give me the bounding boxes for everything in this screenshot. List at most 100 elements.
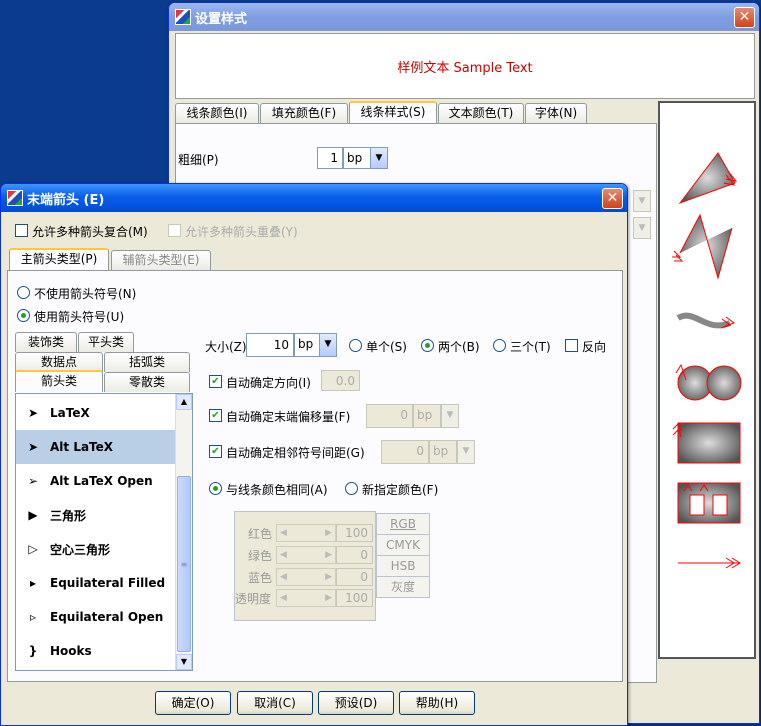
tab-text-color[interactable]: 文本颜色(T) (438, 103, 524, 123)
style-settings-titlebar[interactable]: 设置样式 ✕ (169, 3, 759, 31)
category-bracket[interactable]: 括弧类 (104, 352, 190, 372)
green-slider: ◀ ▶ (276, 546, 336, 564)
tab-line-color[interactable]: 线条颜色(I) (175, 103, 259, 123)
list-item[interactable]: ▸ Equilateral Filled (16, 566, 175, 600)
triple-radio[interactable] (493, 339, 506, 352)
app-icon (175, 9, 191, 25)
list-item[interactable]: ➤ LaTeX (16, 396, 175, 430)
size-unit-select[interactable]: bp (294, 333, 320, 357)
triple-label: 三个(T) (510, 340, 551, 354)
auto-spacing-label: 自动确定相邻符号间距(G) (226, 446, 365, 460)
single-radio[interactable] (349, 339, 362, 352)
size-label: 大小(Z) (205, 340, 247, 354)
arrow-glyph-icon: ▶ (28, 508, 38, 522)
new-color-label: 新指定颜色(F) (362, 483, 439, 497)
list-item[interactable]: ▹ Equilateral Open (16, 600, 175, 634)
reverse-label: 反向 (582, 340, 607, 354)
disabled-dropdown-1: ▼ (633, 190, 651, 212)
arrow-glyph-icon: ➤ (27, 406, 39, 420)
size-input[interactable]: 10 (246, 333, 294, 357)
wave-shape (676, 312, 732, 329)
arrow-list[interactable]: ➤ LaTeX ➤ Alt LaTeX ➢ Alt LaTeX Open ▶ 三… (15, 393, 193, 671)
allow-overlap-checkbox (168, 224, 181, 237)
end-arrow-titlebar[interactable]: 末端箭头 (E) ✕ (1, 184, 627, 212)
arrow-name: Equilateral Filled (50, 576, 166, 590)
new-color-radio[interactable] (345, 482, 358, 495)
list-item[interactable]: ➤ Alt LaTeX (16, 430, 175, 464)
scroll-up-button[interactable]: ▲ (176, 394, 192, 410)
auto-spacing-unit: bp (429, 440, 457, 464)
arrow-glyph-icon: ▸ (29, 576, 37, 590)
arrow-glyph-icon: ▹ (29, 610, 37, 624)
scroll-thumb[interactable]: ≡ (177, 476, 191, 652)
preset-button[interactable]: 预设(D) (318, 691, 394, 715)
double-radio[interactable] (421, 339, 434, 352)
arrow-name: Hooks (50, 644, 92, 658)
alpha-value: 100 (336, 589, 373, 607)
allow-overlap-label: 允许多种箭头重叠(Y) (185, 225, 298, 239)
allow-compound-checkbox[interactable] (15, 224, 28, 237)
sample-text: 样例文本 Sample Text (397, 60, 533, 76)
preview-shapes (672, 152, 742, 569)
tab-main-arrow[interactable]: 主箭头类型(P) (9, 248, 109, 270)
red-slider: ◀ ▶ (276, 524, 336, 542)
arrow-glyph-icon: ➢ (27, 474, 39, 488)
arrow-name: LaTeX (50, 406, 90, 420)
tab-fill-color[interactable]: 填充颜色(F) (260, 103, 348, 123)
allow-compound-label: 允许多种箭头复合(M) (32, 225, 148, 239)
mode-rgb: RGB (376, 513, 430, 535)
arrow-name: 三角形 (50, 508, 87, 523)
color-label: 透明度 (235, 592, 272, 606)
sample-preview: 样例文本 Sample Text (175, 33, 755, 99)
list-item[interactable]: ▷ 空心三角形 (16, 532, 175, 566)
close-button[interactable]: ✕ (734, 7, 755, 28)
size-unit-dropdown[interactable]: ▼ (319, 333, 337, 357)
same-color-label: 与线条颜色相同(A) (226, 483, 328, 497)
blue-value: 0 (336, 568, 373, 586)
category-datapoint[interactable]: 数据点 (15, 352, 103, 372)
list-item[interactable]: ▶ 三角形 (16, 498, 175, 532)
disabled-dropdown-2: ▼ (633, 217, 651, 239)
tab-aux-arrow[interactable]: 辅箭头类型(E) (111, 250, 211, 270)
alpha-slider: ◀ ▶ (276, 589, 336, 607)
mode-cmyk: CMYK (376, 534, 430, 556)
no-arrow-radio[interactable] (17, 286, 30, 299)
arrow-name: Alt LaTeX Open (50, 474, 153, 488)
category-flat[interactable]: 平头类 (78, 332, 134, 352)
thickness-label: 粗细(P) (178, 153, 219, 167)
auto-spacing-checkbox[interactable]: ✔ (209, 445, 222, 458)
end-arrow-dialog: 末端箭头 (E) ✕ 允许多种箭头复合(M) 允许多种箭头重叠(Y) 主箭头类型… (0, 183, 628, 726)
double-window-shape (677, 482, 741, 524)
auto-offset-dropdown: ▼ (441, 404, 459, 428)
ok-button[interactable]: 确定(O) (155, 691, 231, 715)
auto-direction-checkbox[interactable]: ✔ (209, 375, 222, 388)
category-arrow[interactable]: 箭头类 (15, 370, 103, 392)
category-decoration[interactable]: 装饰类 (15, 332, 77, 352)
list-item[interactable]: ➢ Alt LaTeX Open (16, 464, 175, 498)
auto-direction-input: 0.0 (321, 370, 360, 391)
thickness-input[interactable]: 1 (317, 147, 343, 169)
dialog-title: 末端箭头 (E) (27, 192, 105, 208)
cancel-button[interactable]: 取消(C) (237, 691, 313, 715)
window-title: 设置样式 (195, 11, 248, 27)
use-arrow-radio[interactable] (17, 309, 30, 322)
thickness-unit-select[interactable]: bp (343, 147, 371, 169)
close-button[interactable]: ✕ (602, 188, 623, 209)
list-item[interactable]: } Hooks (16, 634, 175, 668)
reverse-checkbox[interactable] (565, 339, 578, 352)
list-scrollbar[interactable]: ▲ ≡ ▼ (175, 394, 192, 670)
category-misc[interactable]: 零散类 (104, 372, 190, 392)
arrow-glyph-icon: ▷ (28, 542, 38, 556)
tab-line-style[interactable]: 线条样式(S) (349, 101, 437, 123)
circle-shape-right (706, 365, 742, 401)
auto-direction-label: 自动确定方向(I) (226, 376, 311, 390)
tab-font[interactable]: 字体(N) (525, 103, 587, 123)
scroll-down-button[interactable]: ▼ (176, 654, 192, 670)
same-color-radio[interactable] (209, 482, 222, 495)
auto-spacing-input: 0 (381, 440, 429, 464)
auto-offset-checkbox[interactable]: ✔ (209, 409, 222, 422)
color-label: 绿色 (248, 549, 273, 563)
thickness-unit-dropdown[interactable]: ▼ (370, 147, 388, 169)
red-value: 100 (336, 524, 373, 542)
help-button[interactable]: 帮助(H) (399, 691, 475, 715)
